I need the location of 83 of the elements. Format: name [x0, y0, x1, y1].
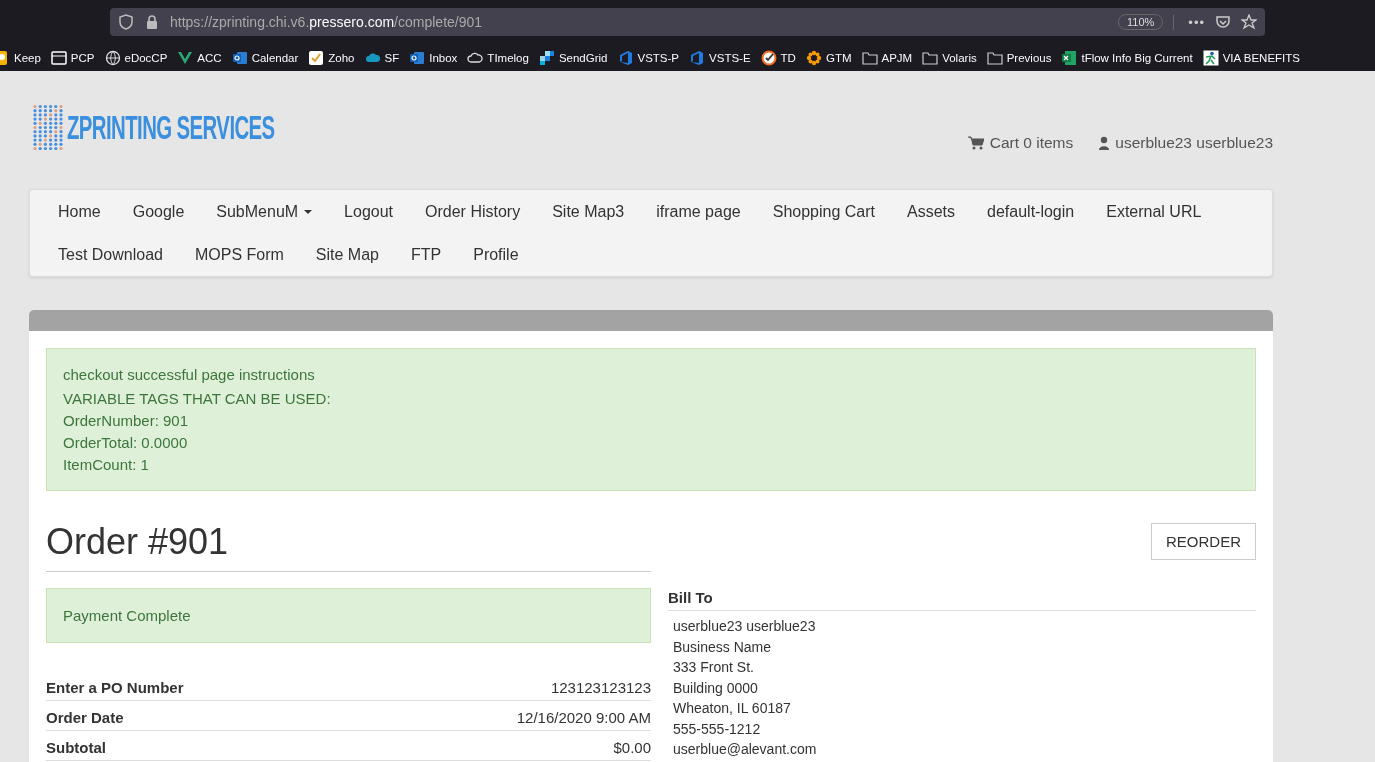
nav-item[interactable]: Assets — [891, 190, 972, 233]
bookmark[interactable]: VIA BENEFITS — [1202, 49, 1300, 66]
shield-icon[interactable] — [118, 14, 134, 30]
address-line: Business Name — [673, 637, 773, 657]
payment-status: Payment Complete — [46, 588, 651, 643]
bookmark[interactable]: Zoho — [308, 49, 355, 66]
mail-icon — [231, 49, 248, 66]
bookmark[interactable]: VSTS-E — [689, 49, 751, 66]
bookmark[interactable]: Calendar — [231, 49, 299, 66]
bill-to-title: Bill To — [668, 589, 1256, 611]
address-bar[interactable]: https://zprinting.chi.v6.pressero.com/complete/901 110% ••• — [110, 8, 1265, 36]
folder-icon — [986, 49, 1003, 66]
star-icon[interactable] — [1241, 14, 1257, 30]
bookmark[interactable]: Volaris — [922, 49, 977, 66]
store-icon — [50, 49, 67, 66]
field-label: Enter a PO Number — [46, 679, 184, 696]
user-link[interactable]: userblue23 userblue23 — [1099, 134, 1273, 152]
field-label: Subtotal — [46, 739, 106, 756]
logo-icon — [32, 104, 64, 150]
nav-item[interactable]: Logout — [328, 190, 410, 233]
pocket-icon[interactable] — [1215, 14, 1231, 30]
bookmark[interactable]: Keep — [0, 49, 41, 66]
alert-line: VARIABLE TAGS THAT CAN BE USED: — [63, 389, 332, 409]
bookmark[interactable]: VSTS-P — [617, 49, 680, 66]
bookmark[interactable]: GTM — [805, 49, 852, 66]
nav-item[interactable]: Site Map — [299, 233, 395, 276]
v-icon — [177, 49, 194, 66]
bookmark[interactable]: TImelog — [467, 49, 529, 66]
nav-item[interactable]: default-login — [971, 190, 1091, 233]
nav-item[interactable]: Home — [42, 190, 117, 233]
logo-text: ZPRINTING SERVICES — [67, 107, 275, 147]
check-icon — [308, 49, 325, 66]
bookmark[interactable]: SendGrid — [538, 49, 608, 66]
mail-icon — [409, 49, 426, 66]
nav-item[interactable]: Test Download — [42, 233, 179, 276]
nav-item[interactable]: Profile — [457, 233, 535, 276]
cart-link[interactable]: Cart 0 items — [967, 134, 1074, 152]
folder-icon — [861, 49, 878, 66]
bookmark[interactable]: ACC — [177, 49, 222, 66]
address-line: userblue@alevant.com — [673, 740, 818, 759]
bookmark[interactable]: Inbox — [409, 49, 458, 66]
bookmark[interactable]: APJM — [861, 49, 913, 66]
bookmark[interactable]: SF — [364, 49, 400, 66]
reorder-button[interactable]: REORDER — [1151, 523, 1256, 560]
bookmark[interactable]: Previous — [986, 49, 1052, 66]
cart-icon — [967, 135, 984, 151]
alert-line: ItemCount: 1 — [63, 455, 150, 475]
address-line: userblue23 userblue23 — [673, 617, 817, 636]
field-value: 12/16/2020 9:00 AM — [516, 709, 651, 726]
nav-item[interactable]: Shopping Cart — [756, 190, 891, 233]
field-label: Order Date — [46, 709, 124, 726]
nav-item[interactable]: MOPS Form — [178, 233, 300, 276]
lock-icon — [144, 14, 160, 30]
nav-item[interactable]: Site Map3 — [536, 190, 641, 233]
field-value: $0.00 — [613, 739, 651, 756]
globe-icon — [104, 49, 121, 66]
address-line: Building 0000 — [673, 678, 759, 698]
nav-item[interactable]: SubMenuM — [200, 190, 329, 233]
user-icon — [1099, 136, 1110, 150]
more-button[interactable]: ••• — [1173, 14, 1205, 30]
nav-item[interactable]: FTP — [395, 233, 458, 276]
address-line: 333 Front St. — [673, 658, 755, 677]
squares-icon — [538, 49, 555, 66]
sheet-icon — [1061, 49, 1078, 66]
bookmark[interactable]: TD — [760, 49, 796, 66]
nav-item[interactable]: External URL — [1090, 190, 1218, 233]
bookmark[interactable]: eDocCP — [104, 49, 168, 66]
url-text: https://zprinting.chi.v6.pressero.com/complete/901 — [170, 14, 483, 30]
alert-line: OrderTotal: 0.0000 — [63, 433, 189, 453]
caret-icon — [304, 209, 313, 214]
bookmark[interactable]: PCP — [50, 49, 95, 66]
field-value: 123123123123 — [550, 679, 651, 696]
bookmark[interactable]: tFlow Info Big Current — [1061, 49, 1193, 66]
alert-line: OrderNumber: 901 — [63, 411, 190, 431]
nav-item[interactable]: Google — [116, 190, 201, 233]
address-line: Wheaton, IL 60187 — [673, 699, 792, 718]
alert-title: checkout successful page instructions — [63, 366, 316, 383]
order-title: Order #901 — [46, 521, 651, 572]
figure-icon — [1202, 49, 1219, 66]
folder-icon — [922, 49, 939, 66]
address-line: 555-555-1212 — [673, 719, 762, 739]
nav-item[interactable]: Order History — [409, 190, 537, 233]
nav-item[interactable]: iframe page — [640, 190, 757, 233]
